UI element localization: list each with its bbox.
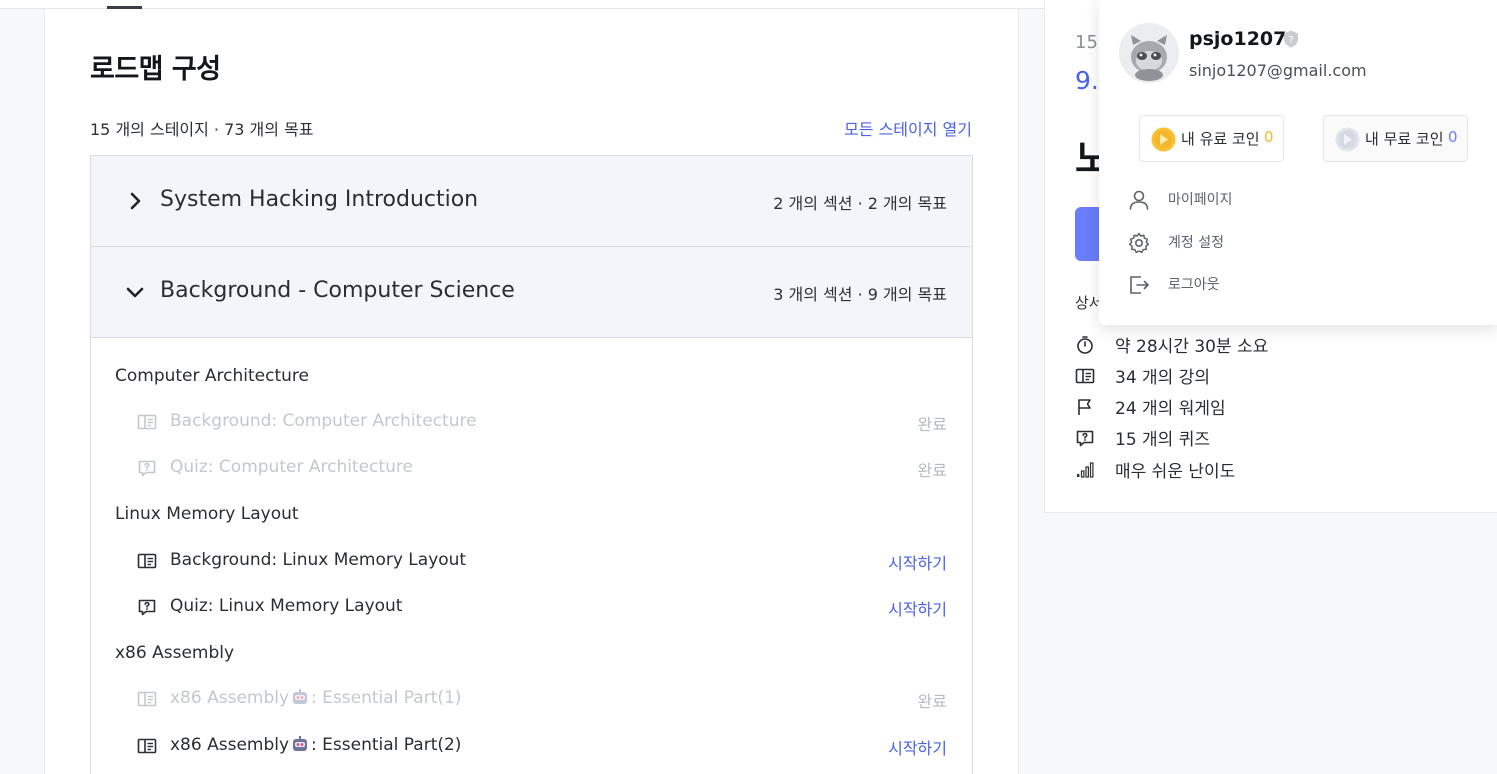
paid-coin-label: 내 유료 코인 [1181,130,1260,148]
chevron-right-icon [130,192,141,210]
goal-item[interactable]: Background: Linux Memory Layout 시작하기 [91,541,972,581]
roadmap-summary: 15 개의 스테이지 · 73 개의 목표 [90,120,314,139]
roadmap-card: 로드맵 구성 15 개의 스테이지 · 73 개의 목표 모든 스테이지 열기 … [44,9,1019,774]
stopwatch-icon [1077,336,1093,354]
stage-header-system-hacking-intro[interactable]: System Hacking Introduction 2 개의 섹션 · 2 … [91,156,972,247]
page-title: 로드맵 구성 [90,54,221,85]
goal-label-suffix: : Essential Part(2) [311,735,462,755]
lecture-icon [137,691,157,707]
goal-label-prefix: x86 Assembly [170,735,290,755]
stage-header-background-cs[interactable]: Background - Computer Science 3 개의 섹션 · … [91,247,972,338]
lecture-icon [137,738,157,754]
lecture-icon [1075,368,1095,384]
goal-label: Quiz: Linux Memory Layout [170,596,403,616]
section-title: Computer Architecture [115,366,309,386]
info-count-fragment: 15 [1075,32,1098,53]
user-icon [1129,190,1149,210]
chevron-down-icon [126,287,144,298]
open-all-stages-link[interactable]: 모든 스테이지 열기 [844,116,972,140]
user-email: sinjo1207@gmail.com [1189,61,1367,80]
goal-start-button[interactable]: 시작하기 [888,596,947,620]
free-coin-label: 내 무료 코인 [1365,130,1444,148]
stat-quizzes: 15 개의 퀴즈 [1075,425,1375,450]
menu-item-mypage[interactable]: 마이페이지 [1127,184,1467,214]
stat-lectures: 34 개의 강의 [1075,363,1375,388]
goal-item[interactable]: Quiz: Linux Memory Layout 시작하기 [91,587,972,627]
menu-item-label: 로그아웃 [1168,277,1220,293]
stat-text: 매우 쉬운 난이도 [1115,462,1236,482]
goal-start-button[interactable]: 시작하기 [888,735,947,759]
free-coin-value: 0 [1448,128,1458,146]
stage-meta: 3 개의 섹션 · 9 개의 목표 [773,285,947,304]
goal-item[interactable]: Quiz: Computer Architecture 완료 [91,448,972,488]
section-title: Linux Memory Layout [115,504,299,524]
goal-status-complete: 완료 [917,461,947,480]
goal-label: x86 Assembly : Essential Part(1) [170,688,461,708]
cat-avatar-icon [1119,23,1179,83]
quiz-icon [138,599,156,616]
goal-label: Quiz: Computer Architecture [170,457,413,477]
robot-emoji-icon [293,736,308,751]
goal-item[interactable]: Background: Computer Architecture 완료 [91,402,972,442]
goal-label-prefix: x86 Assembly [170,688,290,708]
stat-text: 34 개의 강의 [1115,368,1210,388]
user-dropdown-menu: psjo1207 ? sinjo1207@gmail.com 내 유료 코인 0… [1099,0,1497,325]
robot-emoji-icon [293,689,308,704]
stat-text: 약 28시간 30분 소요 [1115,337,1269,357]
stat-text: 24 개의 워게임 [1115,399,1226,419]
goal-start-button[interactable]: 시작하기 [888,550,947,574]
logout-icon [1130,276,1149,294]
menu-item-account-settings[interactable]: 계정 설정 [1127,227,1467,257]
svg-text:?: ? [1288,35,1293,46]
menu-item-label: 계정 설정 [1168,235,1224,251]
quiz-icon [1076,430,1094,447]
shield-badge-icon: ? [1284,30,1298,48]
free-coin-button[interactable]: 내 무료 코인 0 [1323,115,1468,162]
goal-status-complete: 완료 [917,415,947,434]
lecture-icon [137,553,157,569]
gear-icon [1128,232,1150,254]
stat-text: 15 개의 퀴즈 [1115,430,1210,450]
paid-coin-value: 0 [1264,128,1274,146]
price-fragment: 9. [1075,66,1099,95]
stage-sections: Computer Architecture Background: Comput… [91,338,972,774]
goal-item[interactable]: x86 Assembly : Essential Part(1) 완료 [91,679,972,719]
flag-icon [1078,399,1091,415]
menu-item-logout[interactable]: 로그아웃 [1127,269,1467,299]
lecture-icon [137,414,157,430]
menu-item-label: 마이페이지 [1168,192,1233,208]
goal-label: x86 Assembly : Essential Part(2) [170,735,461,755]
stat-duration: 약 28시간 30분 소요 [1075,332,1375,357]
goal-label: Background: Linux Memory Layout [170,550,467,570]
quiz-icon [138,460,156,477]
stat-wargames: 24 개의 워게임 [1075,394,1375,419]
goal-status-complete: 완료 [917,692,947,711]
username: psjo1207 [1189,28,1287,50]
silver-coin-icon [1335,127,1360,152]
gold-coin-icon [1151,127,1176,152]
stage-list: System Hacking Introduction 2 개의 섹션 · 2 … [90,155,973,774]
goal-label: Background: Computer Architecture [170,411,477,431]
paid-coin-button[interactable]: 내 유료 코인 0 [1139,115,1284,162]
stage-title: System Hacking Introduction [160,187,479,212]
stage-meta: 2 개의 섹션 · 2 개의 목표 [773,194,947,213]
goal-item[interactable]: x86 Assembly : Essential Part(2) 시작하기 [91,726,972,766]
section-title: x86 Assembly [115,643,235,663]
stat-difficulty: 매우 쉬운 난이도 [1075,457,1375,482]
avatar [1119,23,1179,83]
stage-title: Background - Computer Science [160,278,515,303]
difficulty-icon [1077,462,1094,478]
goal-label-suffix: : Essential Part(1) [311,688,462,708]
